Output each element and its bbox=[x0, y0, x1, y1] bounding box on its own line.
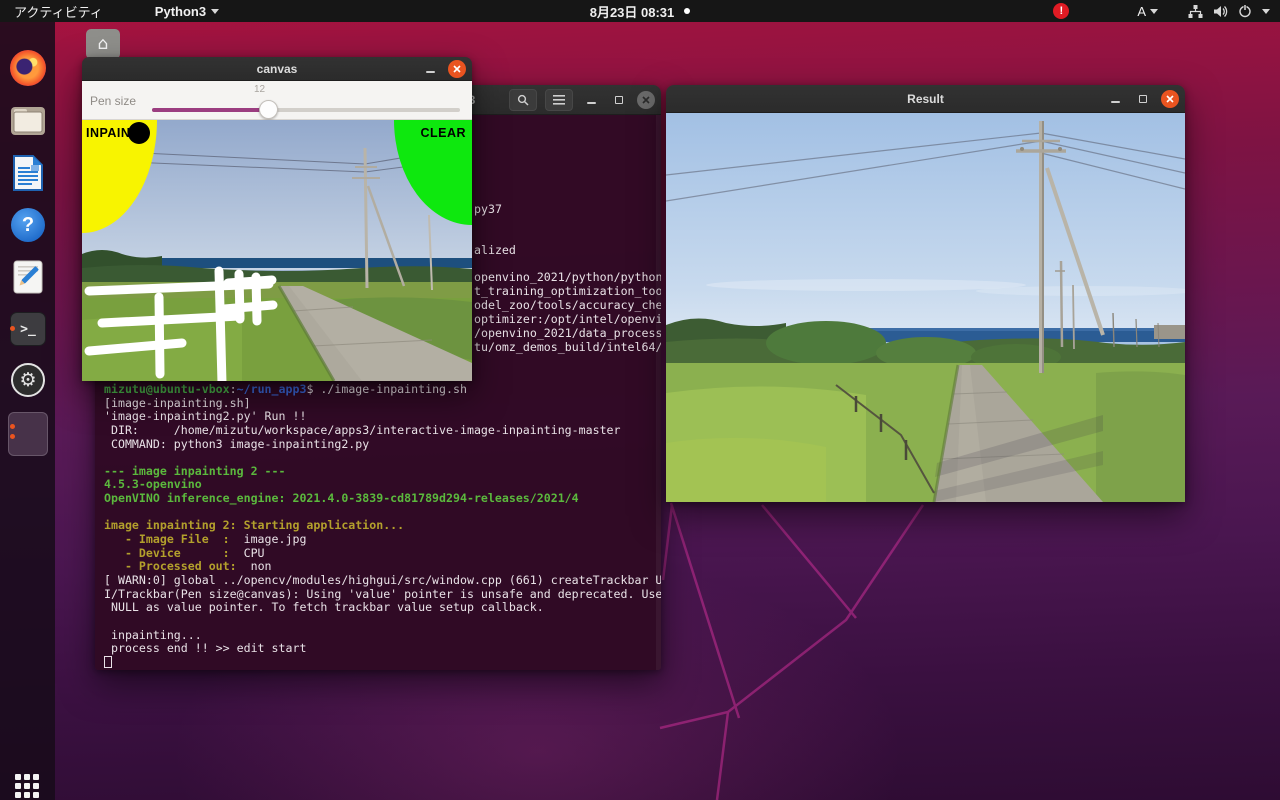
show-applications-button[interactable] bbox=[14, 773, 40, 799]
slider-fill bbox=[152, 108, 267, 112]
running-indicator-dot bbox=[10, 424, 15, 429]
running-indicator-dot bbox=[10, 326, 15, 331]
clock-label[interactable]: 8月23日 08:31 bbox=[590, 2, 675, 21]
close-icon bbox=[453, 65, 461, 73]
top-bar: アクティビティ Python3 8月23日 08:31 ! A bbox=[0, 0, 1280, 22]
minimize-button[interactable] bbox=[420, 59, 440, 79]
writer-document-icon bbox=[13, 155, 43, 191]
dock-text-editor[interactable] bbox=[8, 257, 48, 297]
dock-libreoffice-writer[interactable] bbox=[8, 153, 48, 193]
canvas-title: canvas bbox=[257, 62, 298, 76]
result-image bbox=[666, 113, 1185, 502]
close-icon bbox=[642, 96, 650, 104]
input-method-indicator[interactable]: A bbox=[1137, 4, 1158, 19]
files-icon bbox=[10, 106, 46, 136]
power-icon bbox=[1238, 4, 1252, 18]
close-icon bbox=[1166, 95, 1174, 103]
canvas-titlebar[interactable]: canvas bbox=[82, 57, 472, 81]
network-icon bbox=[1188, 5, 1203, 18]
text-editor-icon bbox=[12, 260, 44, 294]
minimize-button[interactable] bbox=[581, 90, 601, 110]
dock-firefox[interactable] bbox=[8, 48, 48, 88]
running-indicator-dot bbox=[10, 434, 15, 439]
volume-icon bbox=[1213, 5, 1228, 18]
dock-terminal[interactable]: >_ bbox=[8, 309, 48, 349]
result-window: Result bbox=[666, 85, 1185, 502]
terminal-menu-button[interactable] bbox=[545, 89, 573, 111]
pen-size-preview-dot bbox=[128, 122, 150, 144]
system-status-area[interactable] bbox=[1188, 4, 1280, 18]
pen-size-value: 12 bbox=[254, 84, 265, 95]
close-button[interactable] bbox=[448, 60, 466, 78]
dock-help[interactable]: ? bbox=[8, 205, 48, 245]
canvas-photo bbox=[82, 120, 472, 381]
close-button[interactable] bbox=[637, 91, 655, 109]
maximize-button[interactable] bbox=[1133, 89, 1153, 109]
minimize-button[interactable] bbox=[1105, 89, 1125, 109]
terminal-output: mizutu@ubuntu-vbox:~/run_app3$ ./image-i… bbox=[104, 383, 655, 669]
canvas-window: canvas Pen size 12 bbox=[82, 57, 472, 381]
dock-active-app[interactable] bbox=[8, 410, 48, 458]
canvas-drawing-area[interactable]: INPAINT CLEAR bbox=[82, 120, 472, 381]
clear-button[interactable]: CLEAR bbox=[420, 126, 466, 140]
help-icon: ? bbox=[11, 208, 45, 242]
desktop-home-icon[interactable]: ⌂ bbox=[86, 29, 120, 59]
maximize-button[interactable] bbox=[609, 90, 629, 110]
terminal-search-button[interactable] bbox=[509, 89, 537, 111]
slider-handle[interactable] bbox=[259, 100, 278, 119]
result-title: Result bbox=[907, 92, 944, 106]
notification-dot bbox=[684, 8, 690, 14]
pen-size-label: Pen size bbox=[90, 94, 136, 108]
close-button[interactable] bbox=[1161, 90, 1179, 108]
dock: ? >_ ⚙ bbox=[0, 22, 55, 800]
dock-files[interactable] bbox=[8, 101, 48, 141]
dock-settings[interactable]: ⚙ bbox=[8, 360, 48, 400]
chevron-down-icon bbox=[1262, 9, 1270, 14]
terminal-icon: >_ bbox=[10, 312, 46, 346]
firefox-icon bbox=[10, 50, 46, 86]
gear-icon: ⚙ bbox=[11, 363, 45, 397]
pen-size-slider[interactable] bbox=[152, 108, 460, 112]
hamburger-menu-icon bbox=[553, 95, 565, 105]
canvas-controls: Pen size 12 bbox=[82, 81, 472, 120]
chevron-down-icon bbox=[1150, 9, 1158, 14]
result-titlebar[interactable]: Result bbox=[666, 85, 1185, 113]
input-method-label: A bbox=[1137, 4, 1146, 19]
search-icon bbox=[517, 94, 529, 106]
update-alert-icon[interactable]: ! bbox=[1053, 3, 1069, 19]
terminal-scrollbar[interactable] bbox=[656, 115, 661, 670]
